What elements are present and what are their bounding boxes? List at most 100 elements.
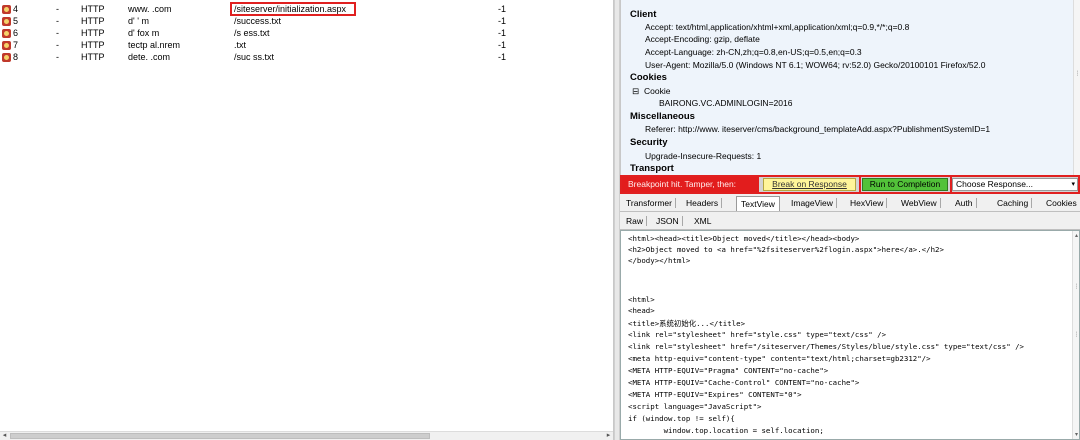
scroll-right-icon[interactable]: ▸ <box>604 432 613 440</box>
header-accept-language[interactable]: Accept-Language: zh-CN,zh;q=0.8,en-US;q=… <box>645 47 862 57</box>
session-body-size: -1 <box>498 4 507 14</box>
session-result: - <box>56 28 59 38</box>
run-to-completion-button[interactable]: Run to Completion <box>862 178 948 191</box>
header-referer[interactable]: Referer: http://www. iteserver/cms/backg… <box>645 124 990 134</box>
response-inspector-tabs: Transformer Headers TextView ImageView H… <box>620 194 1080 212</box>
scroll-grip-icon: ⋮ <box>1073 332 1080 338</box>
chevron-down-icon: ▾ <box>1071 181 1075 188</box>
breakpoint-bar: Breakpoint hit. Tamper, then: Break on R… <box>620 175 1080 194</box>
code-line: <html><head><title>Object moved</title><… <box>628 234 860 243</box>
session-row[interactable]: 6 - HTTP d' fox m /s ess.txt -1 <box>0 28 614 39</box>
scroll-up-icon[interactable]: ▴ <box>1073 232 1079 239</box>
session-result: - <box>56 40 59 50</box>
code-line: <link rel="stylesheet" href="style.css" … <box>628 330 887 339</box>
session-number: 4 <box>13 4 19 14</box>
header-accept[interactable]: Accept: text/html,application/xhtml+xml,… <box>645 22 909 32</box>
session-row[interactable]: 7 - HTTP tectp al.nrem .txt -1 <box>0 40 614 51</box>
header-group-cookies[interactable]: Cookies <box>630 72 667 83</box>
collapse-icon[interactable]: ⊟ <box>632 86 639 97</box>
header-accept-encoding[interactable]: Accept-Encoding: gzip, deflate <box>645 34 760 44</box>
response-body-textview[interactable]: <html><head><title>Object moved</title><… <box>620 230 1080 440</box>
code-line: <META HTTP-EQUIV="Cache-Control" CONTENT… <box>628 378 860 387</box>
header-user-agent[interactable]: User-Agent: Mozilla/5.0 (Windows NT 6.1;… <box>645 60 985 70</box>
session-url: /s ess.txt <box>234 28 270 38</box>
breakpoint-session-icon <box>2 17 11 26</box>
header-group-security[interactable]: Security <box>630 137 668 148</box>
header-upgrade-insecure[interactable]: Upgrade-Insecure-Requests: 1 <box>645 151 761 161</box>
body-vertical-scrollbar[interactable]: ▴ ⋮ ⋮ ▾ <box>1072 231 1079 439</box>
session-protocol: HTTP <box>81 52 105 62</box>
session-protocol: HTTP <box>81 28 105 38</box>
code-line: <META HTTP-EQUIV="Expires" CONTENT="0"> <box>628 390 802 399</box>
session-host: www. .com <box>128 4 172 14</box>
tab-raw[interactable]: Raw <box>622 214 648 229</box>
session-row[interactable]: 5 - HTTP d' ' m /success.txt -1 <box>0 16 614 27</box>
session-body-size: -1 <box>498 28 507 38</box>
session-number: 5 <box>13 16 19 26</box>
session-url: .txt <box>234 40 247 50</box>
code-line: window.top.location = self.location; <box>628 426 824 435</box>
session-number: 6 <box>13 28 19 38</box>
scroll-left-icon[interactable]: ◂ <box>0 432 9 440</box>
session-host: tectp al.nrem <box>128 40 181 50</box>
session-host: d' fox m <box>128 28 160 38</box>
session-protocol: HTTP <box>81 4 105 14</box>
session-host: dete. .com <box>128 52 171 62</box>
session-result: - <box>56 52 59 62</box>
response-inspector-subtabs: Raw JSON XML <box>620 212 1080 230</box>
scroll-grip-icon: ⋮ <box>1074 71 1080 77</box>
header-group-client[interactable]: Client <box>630 9 656 20</box>
request-headers-view[interactable]: Client Accept: text/html,application/xht… <box>620 0 1080 175</box>
scroll-down-icon[interactable]: ▾ <box>1073 431 1079 438</box>
inspector-pane: Client Accept: text/html,application/xht… <box>620 0 1080 440</box>
header-group-transport[interactable]: Transport <box>630 163 674 174</box>
breakpoint-session-icon <box>2 41 11 50</box>
tab-headers[interactable]: Headers <box>682 196 723 211</box>
session-row[interactable]: 8 - HTTP dete. .com /suc ss.txt -1 <box>0 52 614 63</box>
choose-response-dropdown[interactable]: Choose Response... ▾ <box>952 178 1078 191</box>
session-body-size: -1 <box>498 40 507 50</box>
code-line: <head> <box>628 306 655 315</box>
tab-textview[interactable]: TextView <box>736 196 780 211</box>
session-list[interactable]: 4 - HTTP www. .com /siteserver/initializ… <box>0 0 614 440</box>
cookie-value[interactable]: BAIRONG.VC.ADMINLOGIN=2016 <box>659 98 792 108</box>
code-line: <title>系统初始化...</title> <box>628 319 746 328</box>
code-line: <meta http-equiv="content-type" content=… <box>628 354 931 363</box>
breakpoint-hit-label: Breakpoint hit. Tamper, then: <box>622 177 759 192</box>
horizontal-scrollbar[interactable]: ◂ ▸ <box>0 431 613 440</box>
tab-transformer[interactable]: Transformer <box>622 196 676 211</box>
header-group-misc[interactable]: Miscellaneous <box>630 111 695 122</box>
code-line: <META HTTP-EQUIV="Pragma" CONTENT="no-ca… <box>628 366 829 375</box>
headers-vertical-scrollbar[interactable]: ⋮ <box>1073 0 1080 175</box>
tab-caching[interactable]: Caching <box>993 196 1033 211</box>
breakpoint-session-icon <box>2 5 11 14</box>
session-host: d' ' m <box>128 16 149 26</box>
session-result: - <box>56 4 59 14</box>
tab-xml[interactable]: XML <box>690 214 715 229</box>
scroll-thumb[interactable] <box>10 433 430 439</box>
code-line: if (window.top != self){ <box>628 414 735 423</box>
session-url: /suc ss.txt <box>234 52 275 62</box>
tab-webview[interactable]: WebView <box>897 196 941 211</box>
session-number: 7 <box>13 40 19 50</box>
session-body-size: -1 <box>498 52 507 62</box>
tab-auth[interactable]: Auth <box>951 196 977 211</box>
scroll-grip-icon: ⋮ <box>1073 284 1080 290</box>
session-protocol: HTTP <box>81 40 105 50</box>
session-result: - <box>56 16 59 26</box>
cookie-node[interactable]: Cookie <box>644 86 670 96</box>
break-on-response-button[interactable]: Break on Response <box>763 178 856 191</box>
tab-json[interactable]: JSON <box>652 214 683 229</box>
session-row[interactable]: 4 - HTTP www. .com /siteserver/initializ… <box>0 4 614 15</box>
code-line: </body></html> <box>628 256 691 265</box>
code-line: <link rel="stylesheet" href="/siteserver… <box>628 342 1025 351</box>
code-line: <html> <box>628 295 655 304</box>
session-url: /siteserver/initialization.aspx <box>234 4 347 14</box>
tab-hexview[interactable]: HexView <box>846 196 888 211</box>
session-number: 8 <box>13 52 19 62</box>
code-line: <h2>Object moved to <a href="%2fsiteserv… <box>628 245 944 254</box>
tab-cookies[interactable]: Cookies <box>1042 196 1080 211</box>
session-url: /success.txt <box>234 16 282 26</box>
tab-imageview[interactable]: ImageView <box>787 196 837 211</box>
breakpoint-session-icon <box>2 53 11 62</box>
